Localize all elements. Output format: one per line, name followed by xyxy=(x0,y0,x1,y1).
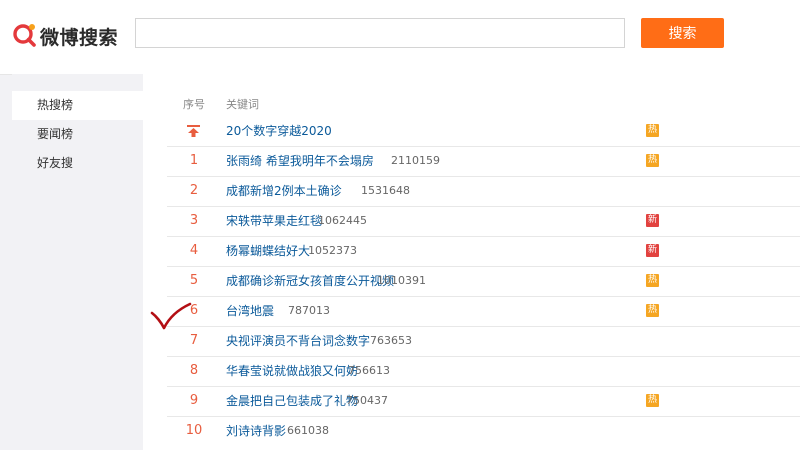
hot-badge: 热 xyxy=(646,274,659,287)
keyword-link[interactable]: 宋轶带苹果走红毯 xyxy=(226,206,322,236)
search-count: 750437 xyxy=(346,394,388,407)
table-row: 4 杨幂蝴蝶结好大 1052373 新 xyxy=(167,236,800,267)
logo-magnifier-icon xyxy=(13,24,36,47)
top-bar: 微博搜索 搜索 xyxy=(0,0,800,75)
keyword-link[interactable]: 20个数字穿越2020 xyxy=(226,116,332,146)
search-count: 1052373 xyxy=(308,244,357,257)
column-header-rank: 序号 xyxy=(183,98,205,111)
keyword-link[interactable]: 央视评演员不背台词念数字 xyxy=(226,326,370,356)
sidebar-item-hot-search[interactable]: 热搜榜 xyxy=(12,91,143,120)
sidebar-item-label: 好友搜 xyxy=(37,156,74,170)
hot-badge: 热 xyxy=(646,154,659,167)
sidebar-item-news[interactable]: 要闻榜 xyxy=(12,120,143,149)
search-input[interactable] xyxy=(135,18,625,48)
brand-name: 微博搜索 xyxy=(40,27,119,49)
hot-search-list: 序号 关键词 20个数字穿越2020 热 1 张雨绮 希望我明年不会塌房 211… xyxy=(143,74,800,450)
rank-number: 3 xyxy=(189,213,199,228)
rank-number: 4 xyxy=(189,243,199,258)
search-count: 763653 xyxy=(370,334,412,347)
rank-number: 1 xyxy=(189,153,199,168)
rank-number: 9 xyxy=(189,393,199,408)
search-count: 1062445 xyxy=(318,214,367,227)
column-header-keyword: 关键词 xyxy=(226,98,259,111)
search-count: 787013 xyxy=(288,304,330,317)
new-badge: 新 xyxy=(646,214,659,227)
table-row: 1 张雨绮 希望我明年不会塌房 2110159 热 xyxy=(167,146,800,177)
keyword-link[interactable]: 张雨绮 希望我明年不会塌房 xyxy=(226,146,374,176)
rank-number: 10 xyxy=(185,423,203,438)
rank-number: 2 xyxy=(189,183,199,198)
table-row: 20个数字穿越2020 热 xyxy=(167,116,800,147)
keyword-link[interactable]: 台湾地震 xyxy=(226,296,274,326)
search-count: 756613 xyxy=(348,364,390,377)
hot-badge: 热 xyxy=(646,394,659,407)
rank-number: 5 xyxy=(189,273,199,288)
hot-badge: 热 xyxy=(646,304,659,317)
keyword-link[interactable]: 杨幂蝴蝶结好大 xyxy=(226,236,310,266)
table-row: 8 华春莹说就做战狼又何妨 756613 xyxy=(167,356,800,387)
table-row: 6 台湾地震 787013 热 xyxy=(167,296,800,327)
sidebar-item-label: 热搜榜 xyxy=(37,98,74,112)
search-count: 2110159 xyxy=(391,154,440,167)
table-row: 9 金晨把自己包装成了礼物 750437 热 xyxy=(167,386,800,417)
table-row: 3 宋轶带苹果走红毯 1062445 新 xyxy=(167,206,800,237)
table-row: 2 成都新增2例本土确诊 1531648 xyxy=(167,176,800,207)
sidebar-item-friends[interactable]: 好友搜 xyxy=(12,149,143,178)
new-badge: 新 xyxy=(646,244,659,257)
keyword-link[interactable]: 刘诗诗背影 xyxy=(226,416,286,446)
keyword-link[interactable]: 华春莹说就做战狼又何妨 xyxy=(226,356,358,386)
search-button[interactable]: 搜索 xyxy=(641,18,724,48)
rank-cell xyxy=(167,116,221,146)
search-count: 1531648 xyxy=(361,184,410,197)
table-row: 7 央视评演员不背台词念数字 763653 xyxy=(167,326,800,357)
sidebar: 热搜榜 要闻榜 好友搜 xyxy=(12,74,143,450)
keyword-link[interactable]: 成都新增2例本土确诊 xyxy=(226,176,342,206)
table-row: 5 成都确诊新冠女孩首度公开视频 1010391 热 xyxy=(167,266,800,297)
keyword-link[interactable]: 金晨把自己包装成了礼物 xyxy=(226,386,358,416)
keyword-link[interactable]: 成都确诊新冠女孩首度公开视频 xyxy=(226,266,394,296)
table-row: 10 刘诗诗背影 661038 xyxy=(167,416,800,446)
weibo-search-logo[interactable]: 微博搜索 xyxy=(12,22,132,50)
hot-badge: 热 xyxy=(646,124,659,137)
rank-number: 8 xyxy=(189,363,199,378)
pinned-top-icon xyxy=(187,125,200,137)
search-count: 661038 xyxy=(287,424,329,437)
red-checkmark-icon xyxy=(150,302,192,330)
sidebar-item-label: 要闻榜 xyxy=(37,127,74,141)
rank-number: 7 xyxy=(189,333,199,348)
search-count: 1010391 xyxy=(377,274,426,287)
